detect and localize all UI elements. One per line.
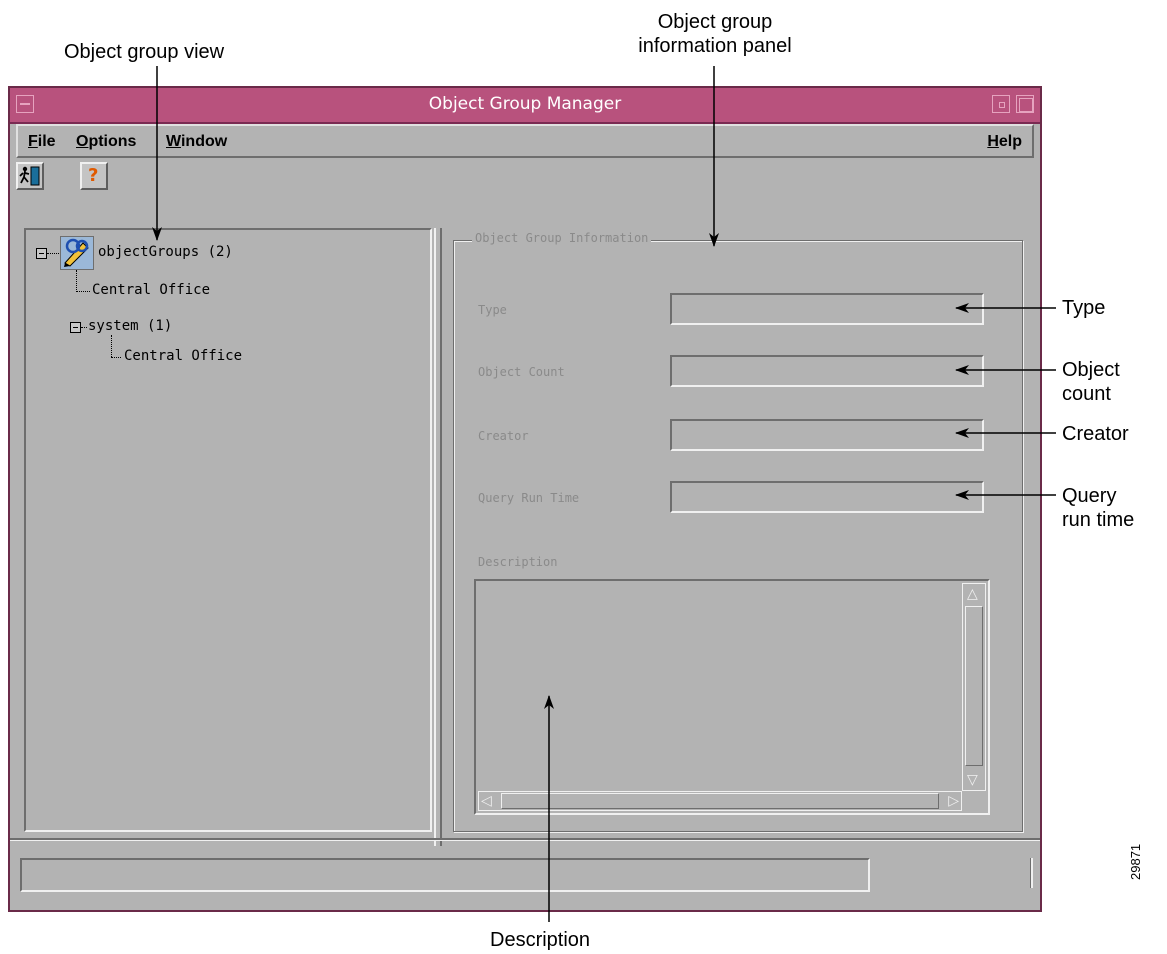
creator-field[interactable] — [670, 419, 984, 451]
panel-splitter[interactable] — [434, 228, 442, 846]
callout-object-group-view: Object group view — [64, 41, 225, 63]
callout-query-run-time: Query run time — [1062, 484, 1134, 532]
callout-description: Description — [490, 929, 591, 951]
toolbar: ? — [16, 162, 216, 194]
window-title: Object Group Manager — [428, 94, 622, 114]
tree-collapse-system-icon[interactable] — [70, 322, 81, 333]
object-group-tree[interactable]: objectGroups (2) Central Office system (… — [24, 228, 432, 832]
menu-file[interactable]: File — [28, 133, 56, 151]
tree-connector — [111, 357, 121, 358]
callout-object-count-line2: count — [1062, 383, 1111, 405]
maximize-icon[interactable] — [1016, 95, 1034, 113]
title-bar[interactable]: Object Group Manager — [10, 88, 1040, 124]
exit-button[interactable] — [16, 162, 44, 190]
figure-id: 29871 — [1128, 843, 1143, 880]
scroll-up-icon[interactable]: △ — [967, 586, 978, 602]
callout-query-run-time-line2: run time — [1062, 509, 1135, 531]
type-field[interactable] — [670, 293, 984, 325]
scroll-left-icon[interactable]: ◁ — [481, 793, 492, 809]
menu-bar: File Options Window Help — [16, 124, 1034, 158]
object-group-manager-window: Object Group Manager File Options Window… — [8, 86, 1042, 912]
callout-type: Type — [1062, 297, 1106, 319]
tree-collapse-root-icon[interactable] — [36, 248, 47, 259]
callout-creator: Creator — [1062, 423, 1129, 445]
tree-item-system-central-office[interactable]: Central Office — [124, 348, 242, 364]
scroll-down-icon[interactable]: ▽ — [967, 772, 978, 788]
menu-options[interactable]: Options — [76, 133, 136, 151]
description-label: Description — [478, 555, 558, 569]
query-run-time-label: Query Run Time — [478, 491, 580, 505]
description-horizontal-scrollbar[interactable]: ◁ ▷ — [478, 791, 962, 811]
query-run-time-field[interactable] — [670, 481, 984, 513]
callout-info-panel-line2: information panel — [638, 35, 792, 57]
tree-connector — [81, 327, 87, 328]
help-question-icon: ? — [88, 165, 99, 186]
status-divider — [10, 838, 1040, 841]
description-vertical-scrollbar[interactable]: △ ▽ — [962, 583, 986, 791]
status-grip — [1030, 858, 1033, 888]
exit-door-icon — [19, 166, 40, 186]
object-count-field[interactable] — [670, 355, 984, 387]
horizontal-scroll-thumb[interactable] — [501, 793, 939, 809]
menu-window[interactable]: Window — [166, 133, 227, 151]
help-button[interactable]: ? — [80, 162, 108, 190]
scroll-right-icon[interactable]: ▷ — [948, 793, 959, 809]
tree-connector — [47, 253, 59, 254]
tree-item-system[interactable]: system (1) — [88, 318, 172, 334]
callout-info-panel: Object group information panel — [600, 10, 830, 58]
object-groups-icon — [60, 236, 94, 270]
tree-connector — [111, 335, 112, 357]
callout-object-count: Object count — [1062, 358, 1120, 406]
callout-info-panel-line1: Object group — [657, 11, 773, 33]
callout-object-count-line1: Object — [1062, 359, 1120, 381]
status-bar — [20, 858, 870, 892]
tree-root-label[interactable]: objectGroups (2) — [98, 244, 233, 260]
tree-connector — [76, 270, 77, 292]
callout-query-run-time-line1: Query — [1062, 485, 1117, 507]
tree-connector — [76, 291, 90, 292]
info-panel-title: Object Group Information — [472, 231, 652, 245]
tree-item-central-office[interactable]: Central Office — [92, 282, 210, 298]
creator-label: Creator — [478, 429, 529, 443]
object-count-label: Object Count — [478, 365, 565, 379]
vertical-scroll-thumb[interactable] — [965, 606, 983, 766]
object-group-information-panel: Object Group Information Type Object Cou… — [453, 231, 1023, 832]
menu-help[interactable]: Help — [987, 133, 1022, 151]
minimize-icon[interactable] — [992, 95, 1010, 113]
description-textarea[interactable]: △ ▽ ◁ ▷ — [474, 579, 990, 815]
type-label: Type — [478, 303, 507, 317]
